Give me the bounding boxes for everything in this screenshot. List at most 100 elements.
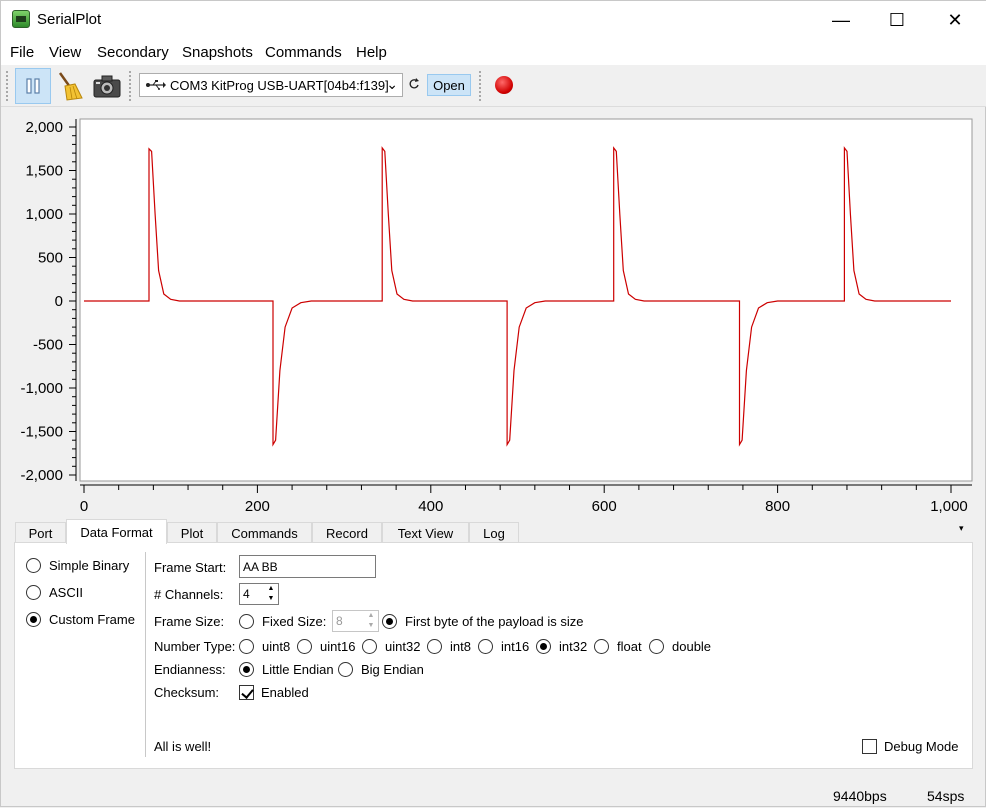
- tab-plot[interactable]: Plot: [167, 522, 217, 543]
- number-type-int32-radio[interactable]: [536, 639, 551, 654]
- number-type-int8-radio[interactable]: [427, 639, 442, 654]
- fixed-size-value: 8: [336, 614, 343, 628]
- bytes-per-second: 9440bps: [833, 788, 887, 804]
- x-axis-ticks: 0 200 400 600 800 1,000: [80, 485, 968, 515]
- fixed-size-label: Fixed Size:: [262, 614, 327, 629]
- record-button[interactable]: [495, 76, 513, 94]
- number-type-uint32-radio[interactable]: [362, 639, 377, 654]
- minimize-button[interactable]: —: [818, 1, 864, 39]
- snapshot-button[interactable]: [89, 68, 125, 104]
- refresh-icon: [409, 78, 419, 89]
- panel-divider: [145, 552, 146, 757]
- tab-record[interactable]: Record: [312, 522, 382, 543]
- menu-view[interactable]: View: [49, 44, 81, 61]
- number-type-label: Number Type:: [154, 639, 236, 654]
- simple-binary-radio[interactable]: [26, 558, 41, 573]
- number-type-uint32-label: uint32: [385, 639, 421, 654]
- port-select-value: COM3 KitProg USB-UART[04b4:f139]: [170, 77, 389, 93]
- menu-help[interactable]: Help: [356, 44, 387, 61]
- big-endian-radio[interactable]: [338, 662, 353, 677]
- number-type-double-radio[interactable]: [649, 639, 664, 654]
- menu-commands[interactable]: Commands: [265, 44, 342, 61]
- simple-binary-label: Simple Binary: [49, 558, 130, 573]
- camera-icon: [93, 75, 121, 98]
- port-select[interactable]: COM3 KitProg USB-UART[04b4:f139] ⌄: [139, 73, 403, 97]
- tab-commands[interactable]: Commands: [217, 522, 312, 543]
- x-tick-label: 0: [80, 498, 88, 515]
- number-type-int32-label: int32: [559, 639, 588, 654]
- x-tick-label: 1,000: [930, 498, 968, 515]
- x-tick-label: 800: [765, 498, 790, 515]
- tab-text-view[interactable]: Text View: [382, 522, 469, 543]
- number-type-uint16-radio[interactable]: [297, 639, 312, 654]
- number-type-uint16-label: uint16: [320, 639, 356, 654]
- status-bar: 9440bps 54sps: [1, 783, 986, 808]
- pause-button[interactable]: [15, 68, 51, 104]
- menu-snapshots[interactable]: Snapshots: [182, 44, 253, 61]
- serialplot-app-icon: [12, 10, 30, 28]
- first-byte-size-radio[interactable]: [382, 614, 397, 629]
- usb-icon: [146, 80, 166, 90]
- number-type-int16-radio[interactable]: [478, 639, 493, 654]
- plot-area[interactable]: 2,000 1,500 1,000 500 0 -500 -1,000 -1,500 -2,00…: [1, 107, 986, 519]
- y-axis-ticks: 2,000 1,500 1,000 500 0 -500 -1,000 -1,500 -2,00…: [20, 119, 76, 484]
- little-endian-radio[interactable]: [239, 662, 254, 677]
- y-tick-label: 1,500: [25, 163, 63, 180]
- number-type-int16-label: int16: [501, 639, 530, 654]
- frame-start-input[interactable]: AA BB: [239, 555, 376, 578]
- stepper-down-icon[interactable]: ▼: [265, 595, 277, 603]
- chevron-down-icon: ⌄: [386, 76, 398, 92]
- refresh-button[interactable]: [408, 78, 420, 93]
- title-bar: SerialPlot — ☐ ✕: [1, 1, 986, 39]
- open-port-button[interactable]: Open: [427, 74, 471, 96]
- y-tick-label: -2,000: [20, 467, 63, 484]
- y-tick-label: -1,000: [20, 380, 63, 397]
- toolbar-grip[interactable]: [129, 71, 133, 101]
- number-type-int8-label: int8: [450, 639, 471, 654]
- tab-list-menu-icon[interactable]: ▾: [959, 523, 964, 534]
- channels-value: 4: [243, 587, 250, 601]
- y-tick-label: 0: [55, 293, 63, 310]
- toolbar: COM3 KitProg USB-UART[04b4:f139] ⌄ Open: [1, 65, 986, 107]
- x-tick-label: 600: [592, 498, 617, 515]
- first-byte-size-label: First byte of the payload is size: [405, 614, 584, 629]
- maximize-button[interactable]: ☐: [874, 1, 920, 39]
- y-tick-label: 2,000: [25, 119, 63, 136]
- custom-frame-radio[interactable]: [26, 612, 41, 627]
- debug-mode-label: Debug Mode: [884, 739, 959, 754]
- number-type-uint8-radio[interactable]: [239, 639, 254, 654]
- fixed-size-radio[interactable]: [239, 614, 254, 629]
- tab-log[interactable]: Log: [469, 522, 519, 543]
- endianness-label: Endianness:: [154, 662, 226, 677]
- broom-icon: [58, 72, 83, 101]
- toolbar-grip[interactable]: [479, 71, 483, 101]
- y-tick-label: -500: [33, 337, 63, 354]
- tab-data-format[interactable]: Data Format: [66, 519, 167, 544]
- plot-canvas[interactable]: [79, 118, 973, 482]
- menu-file[interactable]: File: [10, 44, 34, 61]
- fixed-size-stepper[interactable]: 8 ▲ ▼: [332, 610, 379, 632]
- number-type-float-radio[interactable]: [594, 639, 609, 654]
- tab-port[interactable]: Port: [15, 522, 66, 543]
- y-tick-label: 500: [38, 250, 63, 267]
- menu-secondary[interactable]: Secondary: [97, 44, 169, 61]
- stepper-up-icon[interactable]: ▲: [365, 612, 377, 620]
- clear-button[interactable]: [51, 68, 87, 104]
- debug-mode-checkbox[interactable]: [862, 739, 877, 754]
- number-type-float-label: float: [617, 639, 642, 654]
- stepper-up-icon[interactable]: ▲: [265, 585, 277, 593]
- frame-size-label: Frame Size:: [154, 614, 225, 629]
- frame-start-label: Frame Start:: [154, 560, 227, 575]
- checksum-enabled-checkbox[interactable]: [239, 685, 254, 700]
- number-type-uint8-label: uint8: [262, 639, 291, 654]
- y-tick-label: 1,000: [25, 206, 63, 223]
- toolbar-grip[interactable]: [6, 71, 10, 101]
- checksum-label: Checksum:: [154, 685, 220, 700]
- ascii-label: ASCII: [49, 585, 83, 600]
- stepper-down-icon[interactable]: ▼: [365, 622, 377, 630]
- close-button[interactable]: ✕: [932, 1, 978, 39]
- ascii-radio[interactable]: [26, 585, 41, 600]
- channels-stepper[interactable]: 4 ▲ ▼: [239, 583, 279, 605]
- settings-tabs: Port Data Format Plot Commands Record Te…: [15, 519, 973, 544]
- status-message: All is well!: [154, 739, 212, 754]
